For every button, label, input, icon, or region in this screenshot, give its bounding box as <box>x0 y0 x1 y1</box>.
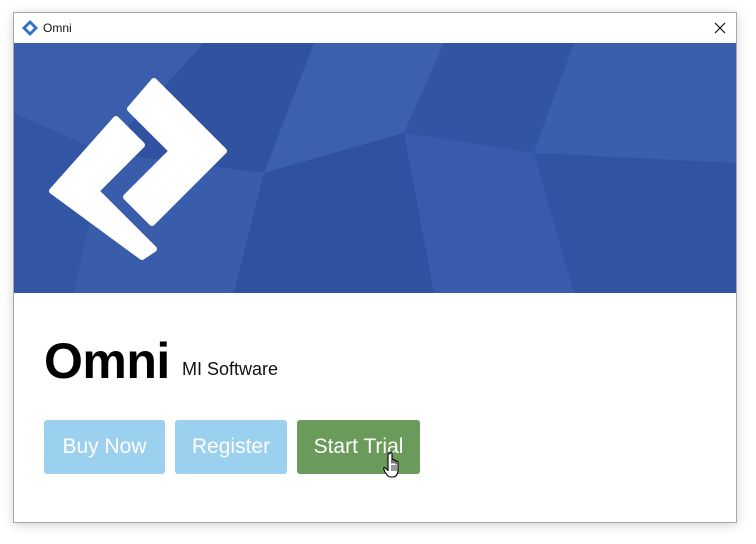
window-title: Omni <box>43 21 72 35</box>
content-area: Omni MI Software Buy Now Register Start … <box>14 293 736 522</box>
hero-banner <box>14 43 736 293</box>
app-window: Omni Omni MI Software Buy Now Register S… <box>13 12 737 523</box>
register-button[interactable]: Register <box>175 420 287 474</box>
close-button[interactable] <box>704 13 736 43</box>
omni-logo-icon <box>22 20 38 36</box>
buy-now-button[interactable]: Buy Now <box>44 420 165 474</box>
title-bar[interactable]: Omni <box>14 13 736 43</box>
omni-chevron-logo-icon <box>49 78 227 260</box>
close-icon <box>714 22 726 34</box>
vendor-name: MI Software <box>182 359 279 379</box>
app-name: Omni <box>44 333 170 389</box>
hand-pointer-icon <box>383 451 399 478</box>
